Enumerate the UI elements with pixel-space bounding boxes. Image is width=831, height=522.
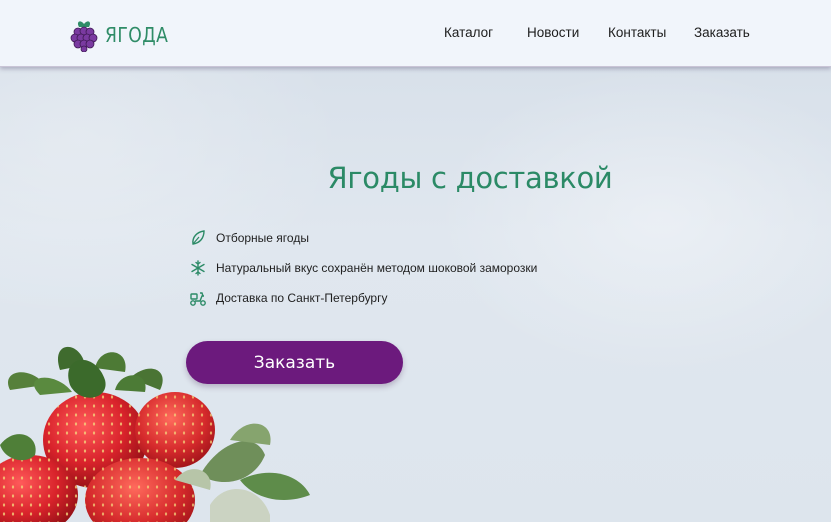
leaf-icon: [192, 230, 205, 245]
feature-item: Натуральный вкус сохранён методом шоково…: [188, 258, 537, 278]
snowflake-icon: [191, 260, 205, 276]
hero-title: Ягоды с доставкой: [327, 161, 613, 195]
nav-item-order[interactable]: Заказать: [694, 25, 750, 40]
feature-text: Натуральный вкус сохранён методом шоково…: [216, 261, 538, 275]
delivery-scooter-icon: [190, 292, 206, 306]
nav-item-catalog[interactable]: Каталог: [444, 25, 493, 40]
feature-text: Доставка по Санкт-Петербургу: [216, 291, 388, 305]
order-button[interactable]: Заказать: [186, 341, 403, 384]
nav-item-contacts[interactable]: Контакты: [608, 25, 666, 40]
feature-text: Отборные ягоды: [216, 231, 309, 245]
nav-item-news[interactable]: Новости: [527, 25, 579, 40]
feature-item: Отборные ягоды: [188, 228, 309, 248]
main-nav: Каталог Новости Контакты Заказать: [0, 25, 831, 45]
site-header: ЯГОДА Каталог Новости Контакты Заказать: [0, 0, 831, 67]
feature-item: Доставка по Санкт-Петербургу: [188, 288, 388, 308]
